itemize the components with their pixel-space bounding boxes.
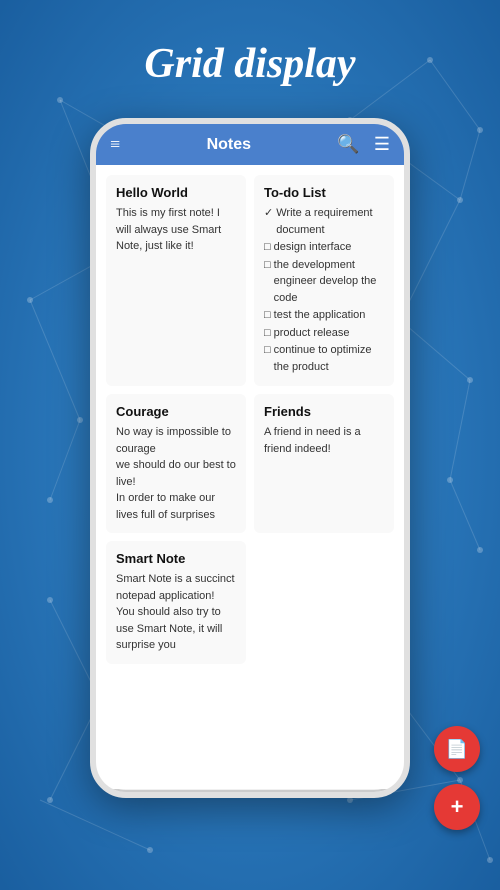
add-note-fab-button[interactable]: + [434, 784, 480, 830]
note-title-friends: Friends [264, 404, 384, 419]
filter-icon[interactable]: ☰ [374, 134, 390, 155]
note-title-courage: Courage [116, 404, 236, 419]
fab-container: 📄 + [434, 726, 480, 830]
phone-mockup: ≡ Notes 🔍 ☰ Hello World This is my first… [90, 118, 410, 798]
notes-grid: Hello World This is my first note! I wil… [96, 165, 404, 789]
check-empty-icon: □ [264, 325, 271, 342]
note-card-smart-note[interactable]: Smart Note Smart Note is a succinct note… [106, 541, 246, 664]
note-body-friends: A friend in need is a friend indeed! [264, 424, 384, 457]
search-icon[interactable]: 🔍 [337, 134, 359, 155]
check-empty-icon: □ [264, 342, 271, 375]
note-title-hello-world: Hello World [116, 185, 236, 200]
note-body-todo-list: ✓ Write a requirement document □ design … [264, 205, 384, 375]
new-doc-fab-button[interactable]: 📄 [434, 726, 480, 772]
page-title: Grid display [0, 0, 500, 88]
app-bar-icons: 🔍 ☰ [337, 134, 390, 155]
check-empty-icon: □ [264, 239, 271, 256]
check-empty-icon: □ [264, 257, 271, 307]
check-done-icon: ✓ [264, 205, 273, 238]
note-card-todo-list[interactable]: To-do List ✓ Write a requirement documen… [254, 175, 394, 386]
note-card-courage[interactable]: Courage No way is impossible to couragew… [106, 394, 246, 533]
note-body-courage: No way is impossible to couragewe should… [116, 424, 236, 523]
note-title-smart-note: Smart Note [116, 551, 236, 566]
hamburger-icon[interactable]: ≡ [110, 134, 120, 155]
note-card-hello-world[interactable]: Hello World This is my first note! I wil… [106, 175, 246, 386]
note-title-todo-list: To-do List [264, 185, 384, 200]
note-card-friends[interactable]: Friends A friend in need is a friend ind… [254, 394, 394, 533]
app-bar-title: Notes [207, 136, 251, 154]
app-bar: ≡ Notes 🔍 ☰ [96, 124, 404, 165]
note-body-smart-note: Smart Note is a succinct notepad applica… [116, 571, 236, 654]
check-empty-icon: □ [264, 307, 271, 324]
note-body-hello-world: This is my first note! I will always use… [116, 205, 236, 255]
